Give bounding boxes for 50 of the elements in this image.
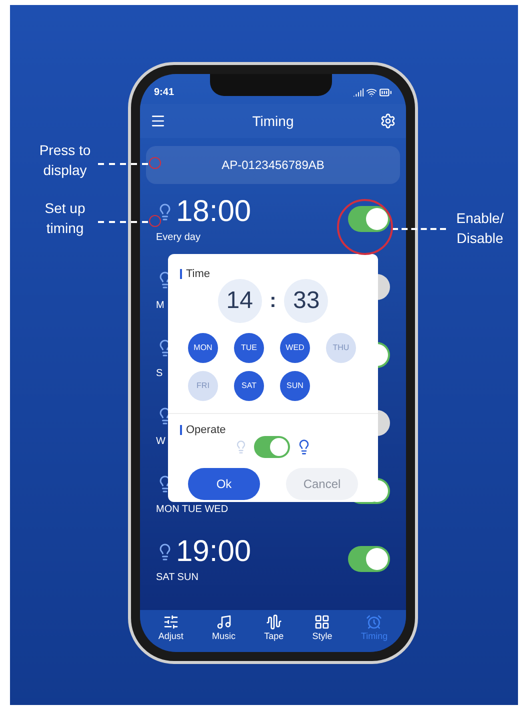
lightbulb-off-icon (234, 440, 248, 454)
section-marker (180, 269, 182, 280)
timer-days: SAT SUN (156, 570, 252, 584)
tab[interactable]: Tape (264, 614, 284, 644)
weekday-chip[interactable]: MON (188, 332, 218, 362)
alarm-clock-icon (366, 614, 382, 630)
grid-icon (314, 614, 330, 630)
timer-days: MON TUE WED (156, 502, 228, 516)
device-card[interactable]: AP-0123456789AB (146, 146, 400, 184)
minute-field[interactable]: 33 (284, 278, 328, 322)
tab[interactable]: Adjust (158, 614, 184, 644)
leader-line (98, 163, 148, 165)
wifi-icon (366, 86, 377, 98)
timer-days: W (156, 434, 174, 448)
annotation-label: Press to display (38, 141, 92, 180)
timer-days: M (156, 298, 174, 312)
status-time: 9:41 (154, 86, 174, 100)
tab[interactable]: Style (312, 614, 332, 644)
ok-button[interactable]: Ok (188, 468, 260, 500)
section-marker (180, 424, 182, 435)
weekday-chip[interactable]: SAT (234, 370, 264, 400)
weekday-chip[interactable]: TUE (234, 332, 264, 362)
music-note-icon (216, 614, 232, 630)
timer-row[interactable]: 19:00 SAT SUN (146, 526, 400, 592)
signal-icon (353, 86, 364, 98)
section-label: Time (186, 267, 210, 282)
leader-line (98, 221, 148, 223)
weekday-chip[interactable]: WED (280, 332, 310, 362)
hour-field[interactable]: 14 (218, 278, 262, 322)
timer-row[interactable]: 18:00 Every day (146, 186, 400, 252)
toggle-switch[interactable] (254, 436, 290, 458)
weekday-chip[interactable]: SUN (280, 370, 310, 400)
sliders-icon (162, 614, 179, 630)
header-title: Timing (252, 112, 294, 131)
toggle-switch[interactable] (348, 206, 390, 232)
timer-time: 18:00 (176, 196, 252, 226)
timer-days: Every day (156, 230, 252, 244)
menu-icon[interactable] (150, 113, 166, 129)
timer-days: S (156, 366, 174, 380)
annotation-label: Enable/ Disable (455, 209, 505, 248)
tab[interactable]: Music (212, 614, 236, 644)
toggle-switch[interactable] (348, 546, 390, 572)
timer-time: 19:00 (176, 536, 252, 566)
time-separator: : (270, 288, 276, 314)
section-label: Operate (186, 422, 226, 438)
battery-icon (379, 86, 392, 98)
settings-icon[interactable] (380, 113, 396, 129)
annotation-label: Set up timing (44, 199, 86, 238)
waveform-icon (266, 614, 282, 630)
leader-line (392, 228, 446, 230)
